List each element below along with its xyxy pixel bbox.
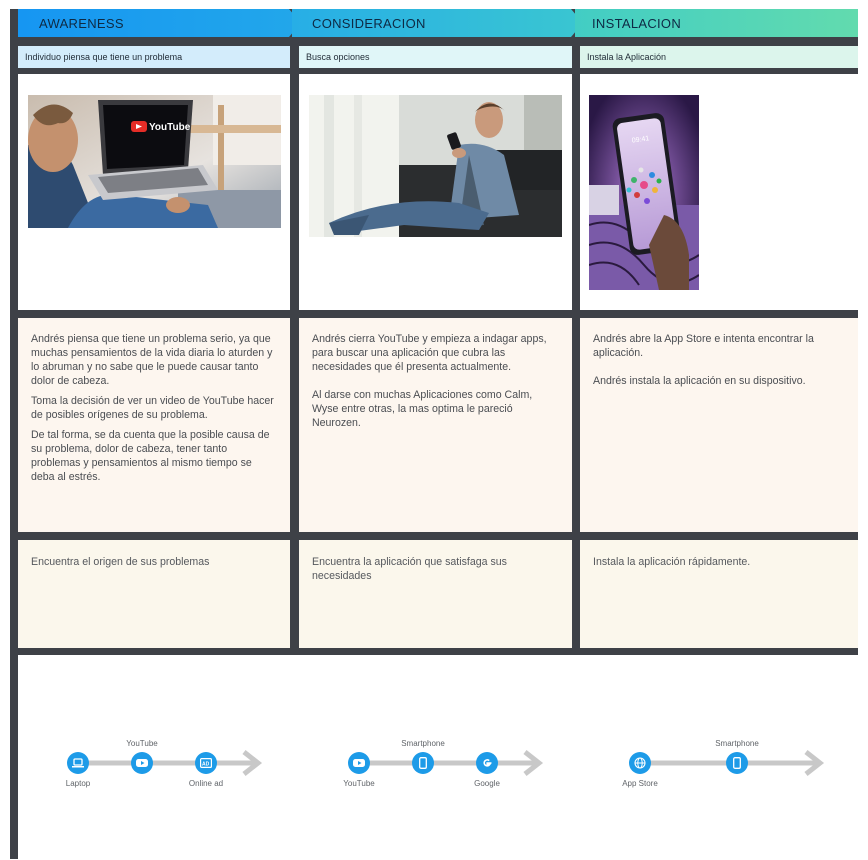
stage-subtitle-instalacion: Instala la Aplicación (580, 46, 858, 68)
stage-banner-instalacion: INSTALACION (575, 9, 858, 37)
description-paragraph: Andrés piensa que tiene un problema seri… (31, 333, 273, 387)
description-paragraph: Andrés instala la aplicación en su dispo… (593, 375, 806, 387)
description-paragraph: Andrés abre la App Store e intenta encon… (593, 333, 814, 359)
goal-awareness: Encuentra el origen de sus problemas (18, 540, 290, 648)
channels-row: Laptop YouTube AD Online ad YouTube Smar… (18, 655, 858, 859)
channel-label: App Store (622, 779, 658, 788)
channel-label: Laptop (65, 779, 91, 788)
subtitle-text: Busca opciones (306, 52, 370, 62)
google-icon (476, 752, 498, 774)
flow-arrow (68, 750, 263, 776)
youtube-icon (348, 752, 370, 774)
photo-cell-consideracion (299, 74, 572, 310)
stage-title: AWARENESS (39, 15, 124, 31)
subtitle-text: Individuo piensa que tiene un problema (25, 52, 183, 62)
goal-text: Encuentra la aplicación que satisfaga su… (312, 556, 507, 582)
description-instalacion: Andrés abre la App Store e intenta encon… (580, 318, 858, 532)
channel-label: YouTube (343, 779, 375, 788)
laptop-icon (67, 752, 89, 774)
globe-icon (629, 752, 651, 774)
stage-banner-awareness: AWARENESS (18, 9, 301, 37)
stage-title: INSTALACION (592, 15, 682, 31)
photo-man-laptop-youtube: YouTube (28, 95, 281, 228)
description-consideracion: Andrés cierra YouTube y empieza a indaga… (299, 318, 572, 532)
description-paragraph: De tal forma, se da cuenta que la posibl… (31, 429, 270, 483)
stage-title: CONSIDERACION (312, 15, 426, 31)
flow-arrow (349, 750, 544, 776)
photo-hand-phone-apps: 09:41 (589, 95, 699, 290)
photo-cell-awareness: YouTube (18, 74, 290, 310)
goal-text: Instala la aplicación rápidamente. (593, 556, 751, 568)
channel-label: YouTube (126, 739, 158, 748)
channel-label: Smartphone (401, 739, 445, 748)
stage-subtitle-consideracion: Busca opciones (299, 46, 572, 68)
goal-instalacion: Instala la aplicación rápidamente. (580, 540, 858, 648)
channel-label: Online ad (188, 779, 224, 788)
description-paragraph: Al darse con muchas Aplicaciones como Ca… (312, 389, 533, 429)
smartphone-icon (412, 752, 434, 774)
stage-subtitle-awareness: Individuo piensa que tiene un problema (18, 46, 290, 68)
description-paragraph: Andrés cierra YouTube y empieza a indaga… (312, 333, 547, 373)
youtube-icon (131, 752, 153, 774)
customer-journey-board: AWARENESS CONSIDERACION INSTALACION Indi… (10, 9, 858, 859)
ad-icon: AD (195, 752, 217, 774)
goal-text: Encuentra el origen de sus problemas (31, 556, 210, 568)
stage-banner-consideracion: CONSIDERACION (292, 9, 583, 37)
svg-text:AD: AD (202, 762, 210, 768)
goal-consideracion: Encuentra la aplicación que satisfaga su… (299, 540, 572, 648)
channel-label: Google (474, 779, 500, 788)
youtube-logo-text: YouTube (149, 122, 191, 133)
channel-label: Smartphone (715, 739, 759, 748)
photo-man-smartphone-sofa (309, 95, 562, 237)
description-awareness: Andrés piensa que tiene un problema seri… (18, 318, 290, 532)
description-paragraph: Toma la decisión de ver un video de YouT… (31, 395, 274, 421)
subtitle-text: Instala la Aplicación (587, 52, 667, 62)
photo-cell-instalacion: 09:41 (580, 74, 858, 310)
smartphone-icon (726, 752, 748, 774)
